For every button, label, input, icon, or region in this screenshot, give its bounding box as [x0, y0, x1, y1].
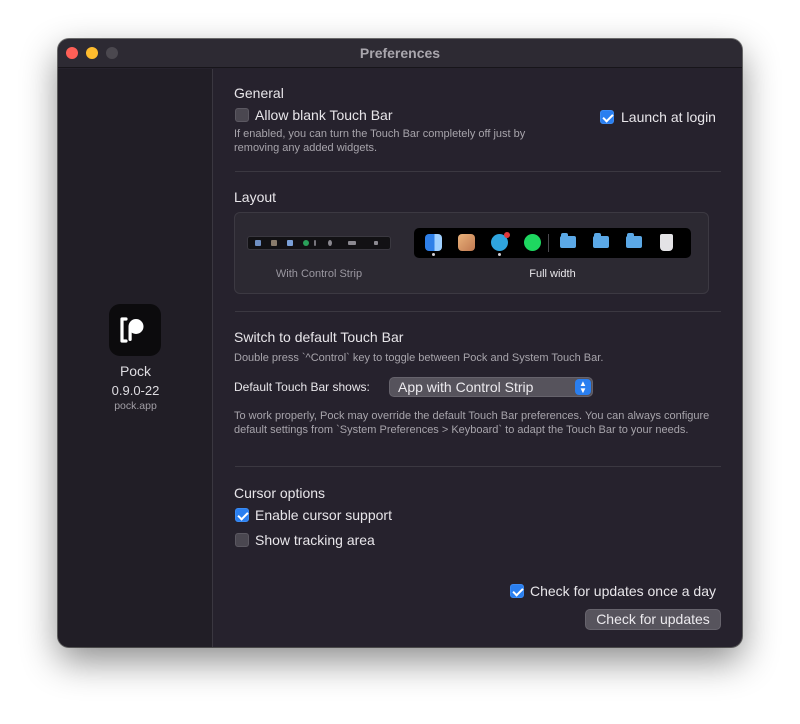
layout-option-full-width[interactable]: [414, 228, 691, 258]
separator: [235, 171, 721, 172]
finder-icon: [425, 234, 442, 251]
launch-at-login-checkbox[interactable]: [600, 110, 614, 124]
separator: [235, 466, 721, 467]
trash-icon: [660, 234, 673, 251]
layout-caption-full-width: Full width: [529, 268, 576, 280]
general-heading: General: [234, 85, 284, 101]
default-touchbar-value: App with Control Strip: [398, 379, 534, 395]
pock-logo-icon: [109, 304, 161, 356]
allow-blank-touchbar-label[interactable]: Allow blank Touch Bar: [255, 107, 392, 123]
launch-at-login-label[interactable]: Launch at login: [621, 109, 716, 125]
separator: [235, 311, 721, 312]
app-name: Pock: [119, 363, 152, 379]
photos-icon: [458, 234, 475, 251]
show-tracking-area-checkbox[interactable]: [235, 533, 249, 547]
check-for-updates-button[interactable]: Check for updates: [585, 609, 721, 630]
folder-icon: [560, 233, 576, 248]
daily-updates-label[interactable]: Check for updates once a day: [530, 583, 716, 599]
enable-cursor-support-label[interactable]: Enable cursor support: [255, 507, 392, 523]
allow-blank-help-text: If enabled, you can turn the Touch Bar c…: [234, 128, 526, 154]
sidebar: Pock 0.9.0-22 pock.app: [58, 69, 213, 647]
show-tracking-area-label[interactable]: Show tracking area: [255, 532, 375, 548]
switch-help-text: Double press `^Control` key to toggle be…: [234, 352, 604, 364]
title-bar: Preferences: [58, 39, 742, 68]
cursor-heading: Cursor options: [234, 485, 326, 501]
allow-blank-touchbar-checkbox[interactable]: [235, 108, 249, 122]
window-title: Preferences: [359, 45, 441, 61]
chevron-up-down-icon: ▲ ▼: [575, 379, 591, 395]
switch-note-text: To work properly, Pock may override the …: [234, 410, 710, 436]
daily-updates-checkbox[interactable]: [510, 584, 524, 598]
app-website: pock.app: [114, 400, 157, 412]
switch-heading: Switch to default Touch Bar: [234, 329, 404, 345]
layout-option-control-strip[interactable]: [247, 236, 391, 250]
layout-heading: Layout: [234, 189, 277, 205]
default-touchbar-select[interactable]: App with Control Strip ▲ ▼: [389, 377, 593, 397]
app-version: 0.9.0-22: [111, 383, 160, 398]
enable-cursor-support-checkbox[interactable]: [235, 508, 249, 522]
layout-caption-control-strip: With Control Strip: [275, 268, 363, 280]
folder-icon: [593, 233, 609, 248]
preferences-window: Preferences Pock 0.9.0-22 pock.app Gener…: [58, 39, 742, 647]
spotify-icon: [524, 234, 541, 251]
default-touchbar-label: Default Touch Bar shows:: [234, 380, 370, 394]
downloads-folder-icon: [626, 233, 642, 248]
